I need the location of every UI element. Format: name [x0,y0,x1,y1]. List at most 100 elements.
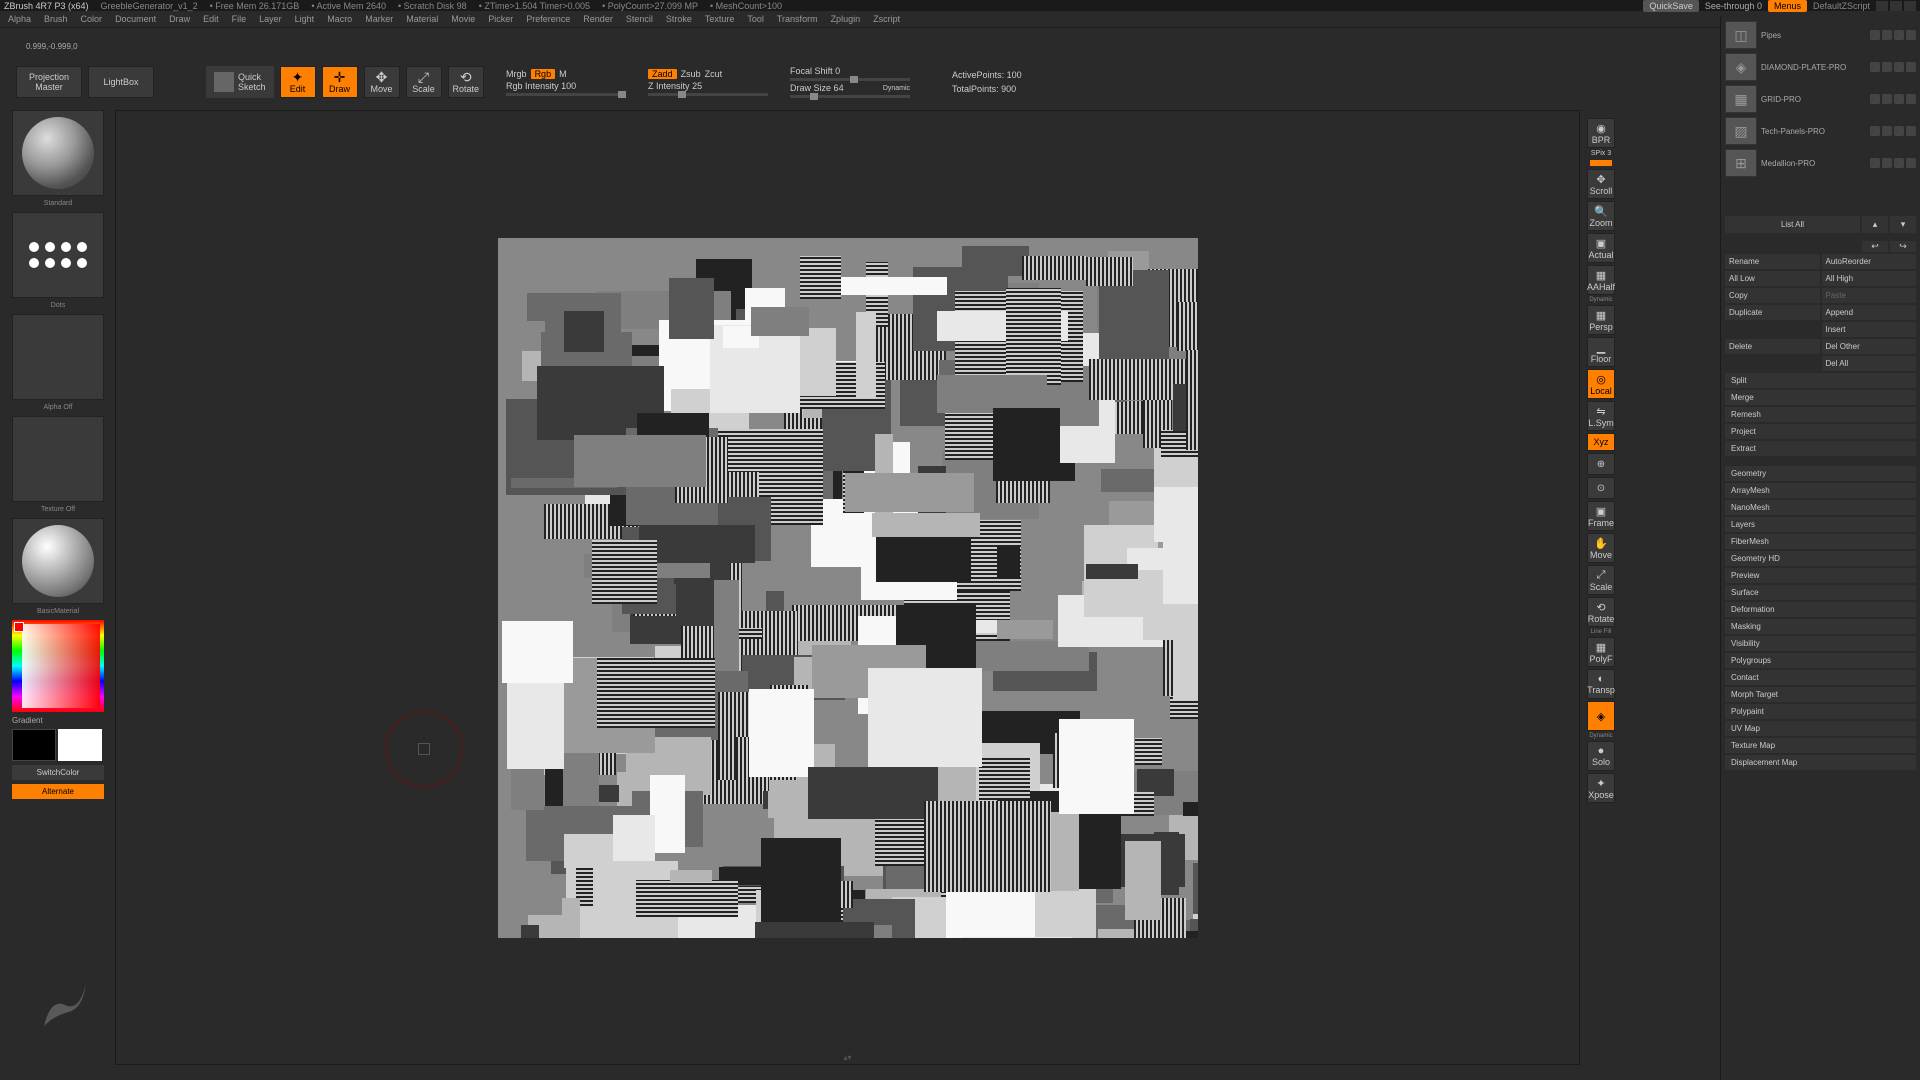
alternate-button[interactable]: Alternate [12,784,104,799]
split-section[interactable]: Split [1725,373,1916,388]
menu-alpha[interactable]: Alpha [8,14,31,24]
vis-icon[interactable] [1870,126,1880,136]
camera-scale-button[interactable]: ⤢Scale [1587,565,1615,595]
project-section[interactable]: Project [1725,424,1916,439]
delete-button[interactable]: Delete [1725,339,1820,354]
vis-icon[interactable] [1894,158,1904,168]
autoreorder-button[interactable]: AutoReorder [1822,254,1917,269]
vis-icon[interactable] [1894,94,1904,104]
z-intensity-label[interactable]: Z Intensity 25 [648,81,702,91]
section-texture-map[interactable]: Texture Map [1725,738,1916,753]
menu-tool[interactable]: Tool [747,14,764,24]
swatch-black[interactable] [12,729,56,761]
swatch-white[interactable] [58,729,102,761]
xyz-button[interactable]: Xyz [1587,433,1615,451]
close-icon[interactable] [1904,1,1916,11]
vis-icon[interactable] [1906,126,1916,136]
frame-button[interactable]: ▣Frame [1587,501,1615,531]
menu-file[interactable]: File [232,14,247,24]
default-zscript[interactable]: DefaultZScript [1813,1,1870,11]
menu-zplugin[interactable]: Zplugin [831,14,861,24]
section-polygroups[interactable]: Polygroups [1725,653,1916,668]
spix-slider[interactable] [1590,160,1612,166]
section-geometry[interactable]: Geometry [1725,466,1916,481]
section-morph-target[interactable]: Morph Target [1725,687,1916,702]
texture-slot[interactable]: Texture Off [12,416,104,502]
zcut-toggle[interactable]: Zcut [705,69,723,79]
dynamic-toggle[interactable]: Dynamic [883,85,910,92]
m-toggle[interactable]: M [559,69,567,79]
section-contact[interactable]: Contact [1725,670,1916,685]
menu-layer[interactable]: Layer [259,14,282,24]
merge-section[interactable]: Merge [1725,390,1916,405]
vis-icon[interactable] [1882,158,1892,168]
scroll-button[interactable]: ✥Scroll [1587,169,1615,199]
canvas[interactable]: ▴▾ [115,110,1580,1065]
menu-texture[interactable]: Texture [705,14,735,24]
menu-draw[interactable]: Draw [169,14,190,24]
camera-move-button[interactable]: ✋Move [1587,533,1615,563]
vis-icon[interactable] [1906,158,1916,168]
rgb-intensity-label[interactable]: Rgb Intensity 100 [506,81,576,91]
menus-button[interactable]: Menus [1768,0,1807,12]
gradient-label[interactable]: Gradient [12,714,104,727]
actual-button[interactable]: ▣Actual [1587,233,1615,263]
aahalf-button[interactable]: ▦AAHalf [1587,265,1615,295]
vis-icon[interactable] [1906,94,1916,104]
allhigh-button[interactable]: All High [1822,271,1917,286]
alpha-slot[interactable]: Alpha Off [12,314,104,400]
focal-shift-slider[interactable] [790,78,910,81]
append-button[interactable]: Append [1822,305,1917,320]
draw-size-slider[interactable] [790,95,910,98]
alllow-button[interactable]: All Low [1725,271,1820,286]
menu-movie[interactable]: Movie [451,14,475,24]
section-layers[interactable]: Layers [1725,517,1916,532]
menu-document[interactable]: Document [115,14,156,24]
polyf-button[interactable]: ▦PolyF [1587,637,1615,667]
insert-button[interactable]: Insert [1822,322,1917,337]
menu-stencil[interactable]: Stencil [626,14,653,24]
section-uv-map[interactable]: UV Map [1725,721,1916,736]
menu-zscript[interactable]: Zscript [873,14,900,24]
vis-icon[interactable] [1870,62,1880,72]
menu-preference[interactable]: Preference [526,14,570,24]
section-fibermesh[interactable]: FiberMesh [1725,534,1916,549]
menu-light[interactable]: Light [295,14,315,24]
menu-picker[interactable]: Picker [488,14,513,24]
remesh-section[interactable]: Remesh [1725,407,1916,422]
menu-edit[interactable]: Edit [203,14,219,24]
section-visibility[interactable]: Visibility [1725,636,1916,651]
rgb-intensity-slider[interactable] [506,93,626,96]
xpose-button[interactable]: ✦Xpose [1587,773,1615,803]
menu-transform[interactable]: Transform [777,14,818,24]
floor-button[interactable]: ▁Floor [1587,337,1615,367]
bpr-button[interactable]: ◉BPR [1587,118,1615,148]
vis-icon[interactable] [1882,62,1892,72]
solo-button[interactable]: ●Solo [1587,741,1615,771]
draw-button[interactable]: ✛Draw [322,66,358,98]
right-arrow-icon[interactable]: ↪ [1890,241,1916,252]
stroke-slot[interactable]: Dots [12,212,104,298]
xyz-picker[interactable]: ⊕ [1587,453,1615,475]
min-icon[interactable] [1876,1,1888,11]
brush-slot[interactable]: Standard [12,110,104,196]
projection-master-button[interactable]: Projection Master [16,66,82,98]
lsym-button[interactable]: ⇋L.Sym [1587,401,1615,431]
quicksave-button[interactable]: QuickSave [1643,0,1699,12]
menu-stroke[interactable]: Stroke [666,14,692,24]
rename-button[interactable]: Rename [1725,254,1820,269]
vis-icon[interactable] [1894,30,1904,40]
menu-render[interactable]: Render [583,14,613,24]
left-arrow-icon[interactable]: ↩ [1862,241,1888,252]
vis-icon[interactable] [1870,94,1880,104]
transp-button[interactable]: ◐Transp [1587,669,1615,699]
xyz-picker2[interactable]: ⊙ [1587,477,1615,499]
draw-size-label[interactable]: Draw Size 64 [790,83,844,93]
tool-row[interactable]: ◫Pipes [1725,20,1916,50]
material-slot[interactable]: BasicMaterial [12,518,104,604]
down-arrow-icon[interactable]: ▾ [1890,216,1916,233]
vis-icon[interactable] [1894,62,1904,72]
zadd-toggle[interactable]: Zadd [648,69,677,79]
vis-icon[interactable] [1906,62,1916,72]
menu-brush[interactable]: Brush [44,14,68,24]
